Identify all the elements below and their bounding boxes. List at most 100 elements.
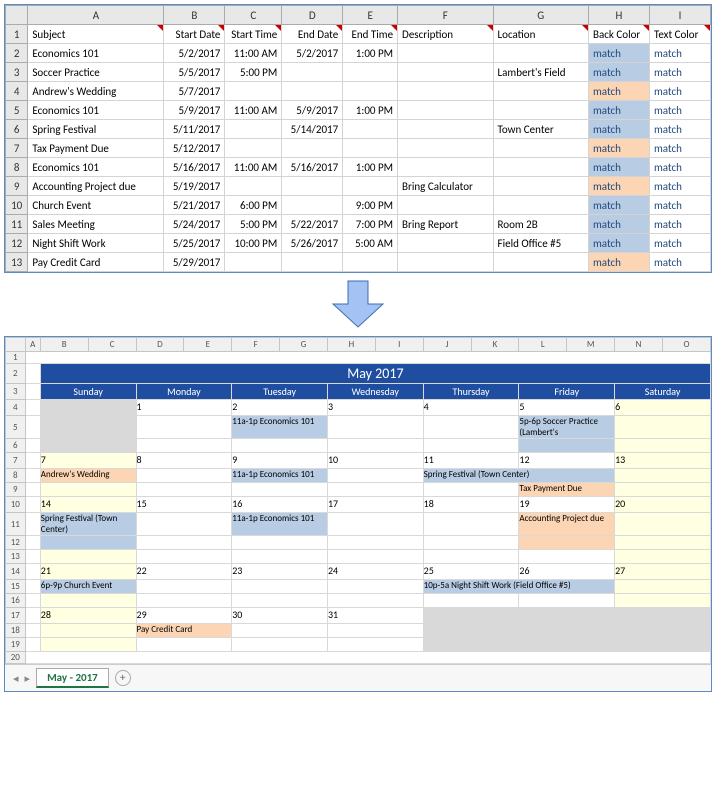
data-cell[interactable]	[398, 120, 493, 139]
day-body-cell[interactable]	[136, 594, 232, 608]
blank-cell[interactable]	[25, 400, 40, 416]
cal-row-header[interactable]: 8	[6, 469, 26, 483]
day-number-cell[interactable]: 8	[136, 453, 232, 469]
blank-cell[interactable]	[25, 453, 40, 469]
day-body-cell[interactable]	[40, 550, 136, 564]
header-cell[interactable]: Text Color	[649, 25, 710, 44]
day-body-cell[interactable]	[327, 580, 423, 594]
day-body-cell[interactable]	[40, 416, 136, 439]
data-cell[interactable]	[493, 139, 588, 158]
cal-col-header[interactable]: J	[423, 338, 471, 352]
cal-row-header[interactable]: 3	[6, 384, 26, 400]
data-cell[interactable]: match	[649, 253, 710, 272]
data-cell[interactable]	[225, 139, 282, 158]
event-cell[interactable]	[40, 536, 136, 550]
row-header[interactable]: 12	[6, 234, 28, 253]
blank-cell[interactable]	[25, 550, 40, 564]
data-cell[interactable]: 1:00 PM	[343, 158, 398, 177]
day-body-cell[interactable]	[136, 416, 232, 439]
data-cell[interactable]: 5/7/2017	[164, 82, 225, 101]
data-cell[interactable]	[398, 63, 493, 82]
day-number-cell[interactable]	[423, 608, 519, 624]
blank-cell[interactable]	[25, 652, 710, 664]
cal-col-header[interactable]: C	[88, 338, 136, 352]
day-number-cell[interactable]: 28	[40, 608, 136, 624]
data-cell[interactable]: 5/9/2017	[282, 101, 343, 120]
day-number-cell[interactable]: 2	[232, 400, 328, 416]
day-body-cell[interactable]	[423, 594, 519, 608]
day-number-cell[interactable]: 31	[327, 608, 423, 624]
event-cell[interactable]: 5p-6p Soccer Practice (Lambert's	[519, 416, 615, 439]
cal-col-header[interactable]: E	[184, 338, 232, 352]
col-header[interactable]: H	[589, 6, 650, 25]
day-number-cell[interactable]: 25	[423, 564, 519, 580]
day-body-cell[interactable]	[136, 536, 232, 550]
day-body-cell[interactable]	[519, 594, 615, 608]
day-number-cell[interactable]: 10	[327, 453, 423, 469]
day-body-cell[interactable]	[327, 416, 423, 439]
cal-row-header[interactable]: 15	[6, 580, 26, 594]
cal-row-header[interactable]: 4	[6, 400, 26, 416]
day-body-cell[interactable]	[519, 624, 615, 638]
data-cell[interactable]: Bring Report	[398, 215, 493, 234]
day-body-cell[interactable]	[423, 624, 519, 638]
data-cell[interactable]: Pay Credit Card	[28, 253, 164, 272]
cal-row-header[interactable]: 17	[6, 608, 26, 624]
data-cell[interactable]	[398, 44, 493, 63]
cal-row-header[interactable]: 1	[6, 352, 26, 364]
data-cell[interactable]	[282, 253, 343, 272]
day-number-cell[interactable]: 26	[519, 564, 615, 580]
day-body-cell[interactable]	[327, 536, 423, 550]
event-cell[interactable]: Spring Festival (Town Center)	[423, 469, 614, 483]
cal-row-header[interactable]: 10	[6, 497, 26, 513]
row-header[interactable]: 9	[6, 177, 28, 196]
day-number-cell[interactable]	[40, 400, 136, 416]
day-body-cell[interactable]	[40, 439, 136, 453]
header-cell[interactable]: Start Time	[225, 25, 282, 44]
col-header[interactable]: G	[493, 6, 588, 25]
day-number-cell[interactable]: 3	[327, 400, 423, 416]
data-cell[interactable]: match	[649, 177, 710, 196]
col-header[interactable]: D	[282, 6, 343, 25]
row-header[interactable]: 11	[6, 215, 28, 234]
day-number-cell[interactable]: 1	[136, 400, 232, 416]
blank-cell[interactable]	[25, 638, 40, 652]
cal-col-header[interactable]: B	[40, 338, 88, 352]
header-cell[interactable]: Start Date	[164, 25, 225, 44]
data-cell[interactable]: match	[589, 253, 650, 272]
day-number-cell[interactable]: 21	[40, 564, 136, 580]
data-cell[interactable]: 1:00 PM	[343, 44, 398, 63]
data-cell[interactable]: Town Center	[493, 120, 588, 139]
day-body-cell[interactable]	[136, 469, 232, 483]
data-cell[interactable]	[398, 196, 493, 215]
day-body-cell[interactable]	[615, 513, 711, 536]
data-cell[interactable]: Night Shift Work	[28, 234, 164, 253]
data-cell[interactable]: match	[649, 215, 710, 234]
blank-cell[interactable]	[25, 536, 40, 550]
day-body-cell[interactable]	[615, 536, 711, 550]
header-cell[interactable]: Back Color	[589, 25, 650, 44]
calendar-table[interactable]: ABCDEFGHIJKLMNO12May 20173SundayMondayTu…	[5, 337, 711, 664]
day-number-cell[interactable]: 11	[423, 453, 519, 469]
data-cell[interactable]	[493, 253, 588, 272]
day-body-cell[interactable]	[615, 469, 711, 483]
day-body-cell[interactable]	[519, 550, 615, 564]
day-number-cell[interactable]: 16	[232, 497, 328, 513]
row-header[interactable]: 2	[6, 44, 28, 63]
day-number-cell[interactable]	[519, 608, 615, 624]
day-body-cell[interactable]	[136, 439, 232, 453]
data-cell[interactable]	[398, 158, 493, 177]
cal-row-header[interactable]: 14	[6, 564, 26, 580]
day-body-cell[interactable]	[327, 638, 423, 652]
day-body-cell[interactable]	[615, 594, 711, 608]
cal-row-header[interactable]: 11	[6, 513, 26, 536]
data-cell[interactable]: 5/21/2017	[164, 196, 225, 215]
cal-row-header[interactable]: 5	[6, 416, 26, 439]
data-cell[interactable]: match	[649, 196, 710, 215]
blank-cell[interactable]	[25, 364, 40, 384]
data-cell[interactable]	[225, 177, 282, 196]
data-cell[interactable]	[398, 234, 493, 253]
day-body-cell[interactable]	[327, 469, 423, 483]
day-body-cell[interactable]	[136, 483, 232, 497]
data-cell[interactable]	[398, 101, 493, 120]
